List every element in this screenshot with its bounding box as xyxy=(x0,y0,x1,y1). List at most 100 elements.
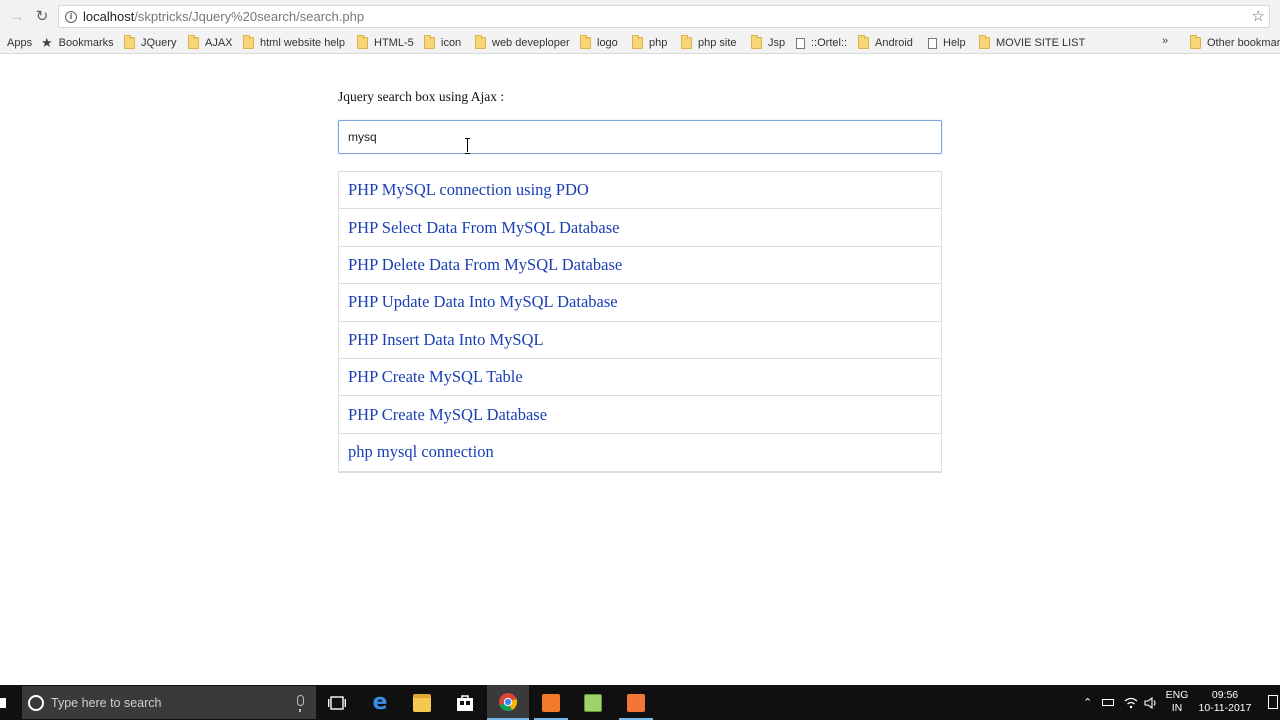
bookmark-apps[interactable]: Apps xyxy=(7,35,32,51)
bookmark-label: Bookmarks xyxy=(58,37,114,49)
search-result-item[interactable]: PHP Create MySQL Table xyxy=(339,359,941,397)
bookmarks-bar: Apps ★ Bookmarks JQuery AJAX html website… xyxy=(0,32,1280,54)
bookmark-label: MOVIE SITE LIST xyxy=(996,37,1086,49)
edge-icon: e xyxy=(372,690,388,715)
taskbar-app-notepad[interactable] xyxy=(572,685,614,720)
bookmark-item[interactable]: ★ Bookmarks xyxy=(41,35,114,51)
bookmark-label: JQuery xyxy=(141,37,177,49)
tray-overflow-icon[interactable]: ⌃ xyxy=(1083,685,1092,720)
browser-toolbar: → ↻ i localhost/skptricks/Jquery%20searc… xyxy=(0,0,1280,32)
folder-icon xyxy=(681,35,692,49)
folder-icon xyxy=(979,35,990,49)
taskbar-app-edge[interactable]: e xyxy=(359,685,401,720)
volume-icon[interactable] xyxy=(1144,685,1158,720)
search-result-item[interactable]: php mysql connection xyxy=(339,434,941,471)
language-indicator[interactable]: ENG IN xyxy=(1164,689,1190,715)
bookmark-item[interactable]: html website help xyxy=(243,35,345,51)
region-code: IN xyxy=(1171,702,1183,714)
address-bar[interactable]: i localhost/skptricks/Jquery%20search/se… xyxy=(58,5,1270,28)
taskbar-search-box[interactable]: Type here to search xyxy=(22,686,316,719)
bookmark-label: Other bookmarks xyxy=(1207,37,1280,49)
folder-icon xyxy=(124,35,135,49)
taskbar-app-xampp[interactable] xyxy=(530,685,572,720)
microphone-icon[interactable] xyxy=(297,695,304,712)
clock-time: 09:56 xyxy=(1211,689,1239,701)
folder-icon xyxy=(580,35,591,49)
bookmark-label: AJAX xyxy=(205,37,233,49)
folder-icon xyxy=(632,35,643,49)
bookmark-item[interactable]: web deveploper xyxy=(475,35,570,51)
bookmark-label: HTML-5 xyxy=(374,37,414,49)
language-code: ENG xyxy=(1165,689,1189,701)
store-icon xyxy=(457,694,473,711)
search-result-item[interactable]: PHP MySQL connection using PDO xyxy=(339,172,941,210)
search-results-list: PHP MySQL connection using PDO PHP Selec… xyxy=(338,171,942,474)
taskbar-app-chrome[interactable] xyxy=(487,685,529,720)
bookmark-label: Android xyxy=(875,37,913,49)
taskbar-app-store[interactable] xyxy=(444,685,486,720)
folder-icon xyxy=(243,35,254,49)
bookmark-label: Jsp xyxy=(768,37,786,49)
forward-icon[interactable]: → xyxy=(6,6,28,26)
folder-icon xyxy=(751,35,762,49)
bookmark-label: icon xyxy=(441,37,462,49)
search-result-item[interactable]: PHP Create MySQL Database xyxy=(339,396,941,434)
folder-icon xyxy=(475,35,486,49)
star-icon: ★ xyxy=(41,35,53,51)
url-host: localhost xyxy=(83,9,135,24)
clock[interactable]: 09:56 10-11-2017 xyxy=(1194,689,1256,715)
taskbar-app-recorder[interactable] xyxy=(615,685,657,720)
wifi-icon xyxy=(1124,697,1138,708)
bookmark-item[interactable]: logo xyxy=(580,35,618,51)
bookmark-item[interactable]: php site xyxy=(681,35,737,51)
bookmark-label: php site xyxy=(698,37,737,49)
bookmark-item[interactable]: JQuery xyxy=(124,35,176,51)
folder-icon xyxy=(357,35,368,49)
text-cursor-icon xyxy=(465,138,471,154)
folder-icon xyxy=(424,35,435,49)
chrome-icon xyxy=(499,692,518,711)
folder-icon xyxy=(188,35,199,49)
task-view-icon xyxy=(328,695,346,710)
bookmark-item[interactable]: HTML-5 xyxy=(357,35,414,51)
notifications-icon[interactable] xyxy=(1268,695,1278,709)
bookmarks-more-button[interactable]: » xyxy=(1162,35,1168,47)
search-result-item[interactable]: PHP Update Data Into MySQL Database xyxy=(339,284,941,322)
bookmark-star-icon[interactable]: ☆ xyxy=(1252,7,1265,25)
taskbar-search-placeholder: Type here to search xyxy=(51,695,162,710)
taskbar: Type here to search e ⌃ ENG IN 09:56 10-… xyxy=(0,685,1280,720)
file-explorer-icon xyxy=(413,693,431,712)
other-bookmarks[interactable]: Other bookmarks xyxy=(1190,35,1280,51)
info-icon[interactable]: i xyxy=(65,10,77,23)
bookmark-label: html website help xyxy=(260,37,345,49)
bookmark-item[interactable]: icon xyxy=(424,35,461,51)
search-input[interactable] xyxy=(338,120,942,154)
page-icon xyxy=(796,37,805,49)
folder-icon xyxy=(858,35,869,49)
bookmark-label: php xyxy=(649,37,668,49)
reload-icon[interactable]: ↻ xyxy=(31,6,53,26)
bookmark-item[interactable]: ::Ortel:: xyxy=(796,35,847,51)
xampp-icon xyxy=(542,693,560,712)
bookmark-item[interactable]: MOVIE SITE LIST xyxy=(979,35,1085,51)
search-result-item[interactable]: PHP Delete Data From MySQL Database xyxy=(339,247,941,285)
network-icon[interactable] xyxy=(1124,685,1138,720)
battery-icon[interactable] xyxy=(1102,685,1114,720)
bookmark-item[interactable]: Jsp xyxy=(751,35,785,51)
page-icon xyxy=(928,37,937,49)
bookmark-label: ::Ortel:: xyxy=(811,37,848,49)
bookmark-item[interactable]: php xyxy=(632,35,667,51)
task-view-button[interactable] xyxy=(316,685,358,720)
search-result-item[interactable]: PHP Select Data From MySQL Database xyxy=(339,209,941,247)
page-content: Jquery search box using Ajax : PHP MySQL… xyxy=(0,55,1280,685)
bookmark-label: Apps xyxy=(7,37,33,49)
start-button[interactable] xyxy=(0,685,8,720)
url-path: /skptricks/Jquery%20search/search.php xyxy=(134,9,365,24)
bookmark-label: web deveploper xyxy=(492,37,570,49)
screen-recorder-icon xyxy=(627,693,645,712)
bookmark-item[interactable]: AJAX xyxy=(188,35,233,51)
bookmark-item[interactable]: Android xyxy=(858,35,913,51)
search-result-item[interactable]: PHP Insert Data Into MySQL xyxy=(339,322,941,359)
bookmark-item[interactable]: Help xyxy=(928,35,966,51)
taskbar-app-explorer[interactable] xyxy=(401,685,443,720)
